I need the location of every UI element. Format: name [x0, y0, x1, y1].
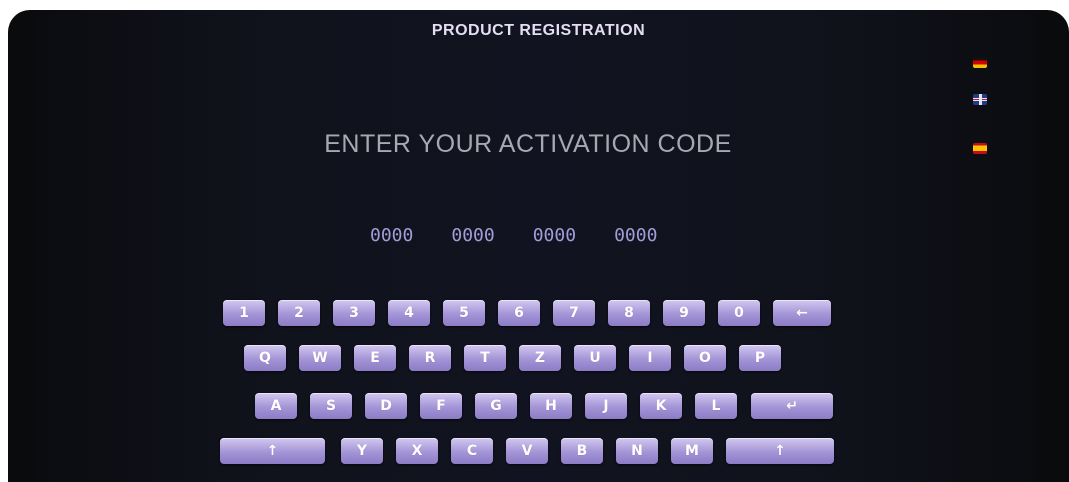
- code-group-1[interactable]: 0000: [370, 225, 413, 246]
- key-m[interactable]: M: [671, 438, 713, 464]
- key-4[interactable]: 4: [388, 300, 430, 326]
- key-g[interactable]: G: [475, 393, 517, 419]
- key-6[interactable]: 6: [498, 300, 540, 326]
- device-frame: PRODUCT REGISTRATION ENTER YOUR ACTIVATI…: [8, 10, 1069, 482]
- key-9[interactable]: 9: [663, 300, 705, 326]
- code-group-2[interactable]: 0000: [451, 225, 494, 246]
- activation-prompt: ENTER YOUR ACTIVATION CODE: [324, 130, 732, 158]
- key-8[interactable]: 8: [608, 300, 650, 326]
- key-l[interactable]: L: [695, 393, 737, 419]
- spanish-flag-icon[interactable]: [973, 143, 987, 154]
- key-z[interactable]: Z: [519, 345, 561, 371]
- key-c[interactable]: C: [451, 438, 493, 464]
- key-7[interactable]: 7: [553, 300, 595, 326]
- key-u[interactable]: U: [574, 345, 616, 371]
- key-b[interactable]: B: [561, 438, 603, 464]
- key-f[interactable]: F: [420, 393, 462, 419]
- shift-right-key[interactable]: ↑: [726, 438, 834, 464]
- key-i[interactable]: I: [629, 345, 671, 371]
- key-2[interactable]: 2: [278, 300, 320, 326]
- page-title: PRODUCT REGISTRATION: [431, 22, 646, 39]
- code-group-3[interactable]: 0000: [533, 225, 576, 246]
- enter-key[interactable]: ↵: [751, 393, 833, 419]
- key-x[interactable]: X: [396, 438, 438, 464]
- code-group-4[interactable]: 0000: [614, 225, 657, 246]
- key-1[interactable]: 1: [223, 300, 265, 326]
- key-e[interactable]: E: [354, 345, 396, 371]
- key-0[interactable]: 0: [718, 300, 760, 326]
- shift-left-key[interactable]: ↑: [220, 438, 325, 464]
- key-n[interactable]: N: [616, 438, 658, 464]
- key-y[interactable]: Y: [341, 438, 383, 464]
- key-r[interactable]: R: [409, 345, 451, 371]
- key-s[interactable]: S: [310, 393, 352, 419]
- key-j[interactable]: J: [585, 393, 627, 419]
- key-h[interactable]: H: [530, 393, 572, 419]
- key-t[interactable]: T: [464, 345, 506, 371]
- key-k[interactable]: K: [640, 393, 682, 419]
- key-w[interactable]: W: [299, 345, 341, 371]
- uk-flag-icon[interactable]: [973, 94, 987, 105]
- key-q[interactable]: Q: [244, 345, 286, 371]
- key-5[interactable]: 5: [443, 300, 485, 326]
- key-d[interactable]: D: [365, 393, 407, 419]
- key-a[interactable]: A: [255, 393, 297, 419]
- key-o[interactable]: O: [684, 345, 726, 371]
- key-v[interactable]: V: [506, 438, 548, 464]
- backspace-key[interactable]: ←: [773, 300, 831, 326]
- key-3[interactable]: 3: [333, 300, 375, 326]
- activation-code-display: 0000 0000 0000 0000: [370, 225, 657, 246]
- german-flag-icon[interactable]: [973, 57, 987, 68]
- key-p[interactable]: P: [739, 345, 781, 371]
